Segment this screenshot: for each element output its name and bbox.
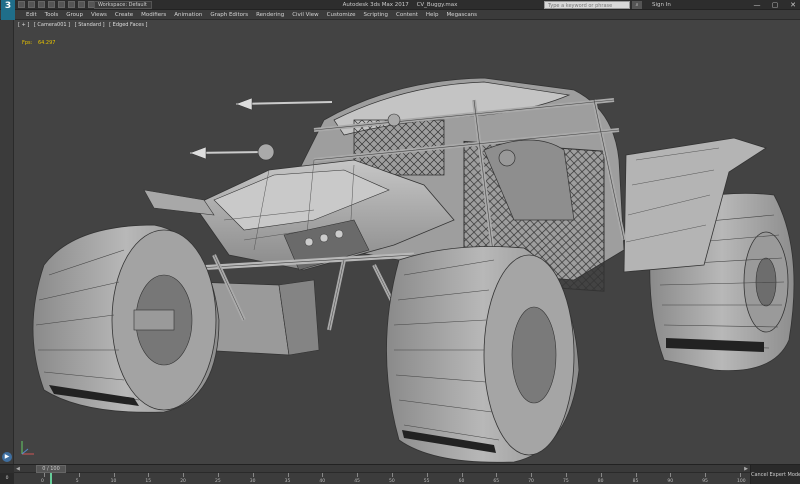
menu-items: Edit Tools Group Views Create Modifiers Animat… <box>22 10 481 20</box>
ruler-mark <box>113 473 115 477</box>
search-icon[interactable]: ⌕ <box>632 1 642 9</box>
ruler-mark <box>705 473 707 477</box>
ruler-mark <box>392 473 393 477</box>
menu-edit[interactable]: Edit <box>22 10 41 20</box>
ruler-tick-label: 90 <box>667 479 674 484</box>
ruler-mark <box>148 473 150 477</box>
ruler-mark <box>670 473 672 477</box>
buggy-model <box>32 77 795 463</box>
ruler-mark <box>426 473 428 477</box>
title-bar: Workspace: Default Autodesk 3ds Max 2017… <box>0 0 800 10</box>
menu-rendering[interactable]: Rendering <box>252 10 288 20</box>
search-input[interactable] <box>548 3 629 9</box>
menu-animation[interactable]: Animation <box>170 10 206 20</box>
close-button[interactable]: ✕ <box>788 0 798 10</box>
ruler-tick-label: 60 <box>458 479 465 484</box>
menu-megascans[interactable]: Megascans <box>442 10 481 20</box>
viewport-shading[interactable]: [ Standard ] <box>75 22 105 28</box>
ruler-mark <box>461 473 463 477</box>
ruler-tick-label: 95 <box>702 479 708 484</box>
ruler-tick-label: 40 <box>319 479 326 484</box>
ruler-mark <box>252 473 254 477</box>
ruler-tick-label: 0 <box>41 479 44 484</box>
app-logo-text: 3 <box>4 1 12 11</box>
ruler-tick-label: 20 <box>180 479 186 484</box>
ruler-tick-label: 75 <box>563 479 569 484</box>
ruler-tick-label: 30 <box>249 479 256 484</box>
ruler-tick-label: 80 <box>597 479 604 484</box>
ruler-tick-label: 45 <box>354 479 360 484</box>
maximize-button[interactable]: ▢ <box>770 0 780 10</box>
track-bar[interactable]: 0 5 10 15 20 25 30 35 40 45 50 55 60 65 70 75 80 85 90 95 10… <box>14 473 750 484</box>
menu-civil-view[interactable]: Civil View <box>288 10 322 20</box>
ruler-mark <box>218 473 219 477</box>
file-name: CV_Buggy.max <box>416 2 458 8</box>
ruler-mark <box>531 473 533 477</box>
viewport-label[interactable]: [ + ] [ Camera001 ] [ Standard ] [ Edged… <box>18 22 150 28</box>
ruler-tick-label: 35 <box>284 479 291 484</box>
cancel-expert-mode-button[interactable]: Cancel Expert Mode <box>750 465 800 484</box>
ruler-mark <box>78 473 80 477</box>
menu-create[interactable]: Create <box>111 10 137 20</box>
ruler-mark <box>44 473 45 477</box>
ruler-tick-label: 15 <box>145 479 152 484</box>
menu-scripting[interactable]: Scripting <box>360 10 392 20</box>
fps-readout: Fps: 64.297 <box>22 40 59 46</box>
timeline: 0 ◀ 0 / 100 ▶ 0 5 10 15 20 25 30 35 40 45 50 55 60 65… <box>0 464 800 484</box>
ruler-mark <box>322 473 324 477</box>
ruler-tick-label: 5 <box>75 479 79 484</box>
time-slider-thumb[interactable]: 0 / 100 <box>36 465 66 473</box>
ruler-tick-label: 70 <box>528 479 534 484</box>
viewport[interactable]: [ + ] [ Camera001 ] [ Standard ] [ Edged… <box>14 20 800 464</box>
search-box[interactable] <box>544 1 630 9</box>
menu-content[interactable]: Content <box>392 10 422 20</box>
axis-tripod-icon <box>21 441 34 455</box>
ruler-tick-label: 65 <box>493 479 500 484</box>
app-name: Autodesk 3ds Max 2017 <box>342 2 409 8</box>
fps-value: 64.297 <box>37 40 56 46</box>
fps-label: Fps: <box>22 40 33 46</box>
viewport-camera[interactable]: [ Camera001 ] <box>34 22 70 28</box>
ruler-tick-label: 50 <box>389 479 395 484</box>
front-left-tire <box>32 224 220 413</box>
ruler-tick-label: 100 <box>737 479 746 484</box>
ruler-mark <box>566 473 567 477</box>
ruler-mark <box>287 473 289 477</box>
left-toolbar <box>0 20 14 464</box>
time-slider[interactable]: ◀ 0 / 100 ▶ <box>14 465 750 473</box>
menu-group[interactable]: Group <box>62 10 87 20</box>
app-logo[interactable]: 3 <box>1 0 15 20</box>
menu-tools[interactable]: Tools <box>41 10 63 20</box>
chevron-right-icon[interactable]: ▶ <box>744 465 748 473</box>
chevron-left-icon[interactable]: ◀ <box>16 465 20 473</box>
ruler-tick-label: 85 <box>632 479 639 484</box>
ruler-mark <box>496 473 498 477</box>
ruler-mark <box>600 473 602 477</box>
ruler-mark <box>357 473 359 477</box>
menu-graph-editors[interactable]: Graph Editors <box>206 10 252 20</box>
time-cursor[interactable] <box>50 473 52 484</box>
menu-modifiers[interactable]: Modifiers <box>137 10 170 20</box>
viewport-menu[interactable]: [ + ] <box>18 22 29 28</box>
ruler-mark <box>740 473 741 477</box>
ruler-mark <box>635 473 637 477</box>
window-title: Autodesk 3ds Max 2017 CV_Buggy.max <box>0 0 800 10</box>
play-icon[interactable]: ▶ <box>2 452 12 462</box>
ruler-tick-label: 55 <box>423 479 430 484</box>
ruler-mark <box>183 473 185 477</box>
viewport-display-mode[interactable]: [ Edged Faces ] <box>109 22 147 28</box>
sign-in-link[interactable]: Sign In <box>652 0 671 10</box>
menu-customize[interactable]: Customize <box>323 10 360 20</box>
current-frame[interactable]: 0 <box>0 473 14 484</box>
menu-bar: Edit Tools Group Views Create Modifiers Animat… <box>0 10 800 20</box>
ruler-tick-label: 10 <box>110 479 117 484</box>
menu-help[interactable]: Help <box>422 10 443 20</box>
front-right-tire <box>386 246 580 463</box>
minimize-button[interactable]: — <box>752 0 762 10</box>
menu-views[interactable]: Views <box>87 10 111 20</box>
window-controls: — ▢ ✕ <box>752 0 798 10</box>
ruler-tick-label: 25 <box>215 479 221 484</box>
